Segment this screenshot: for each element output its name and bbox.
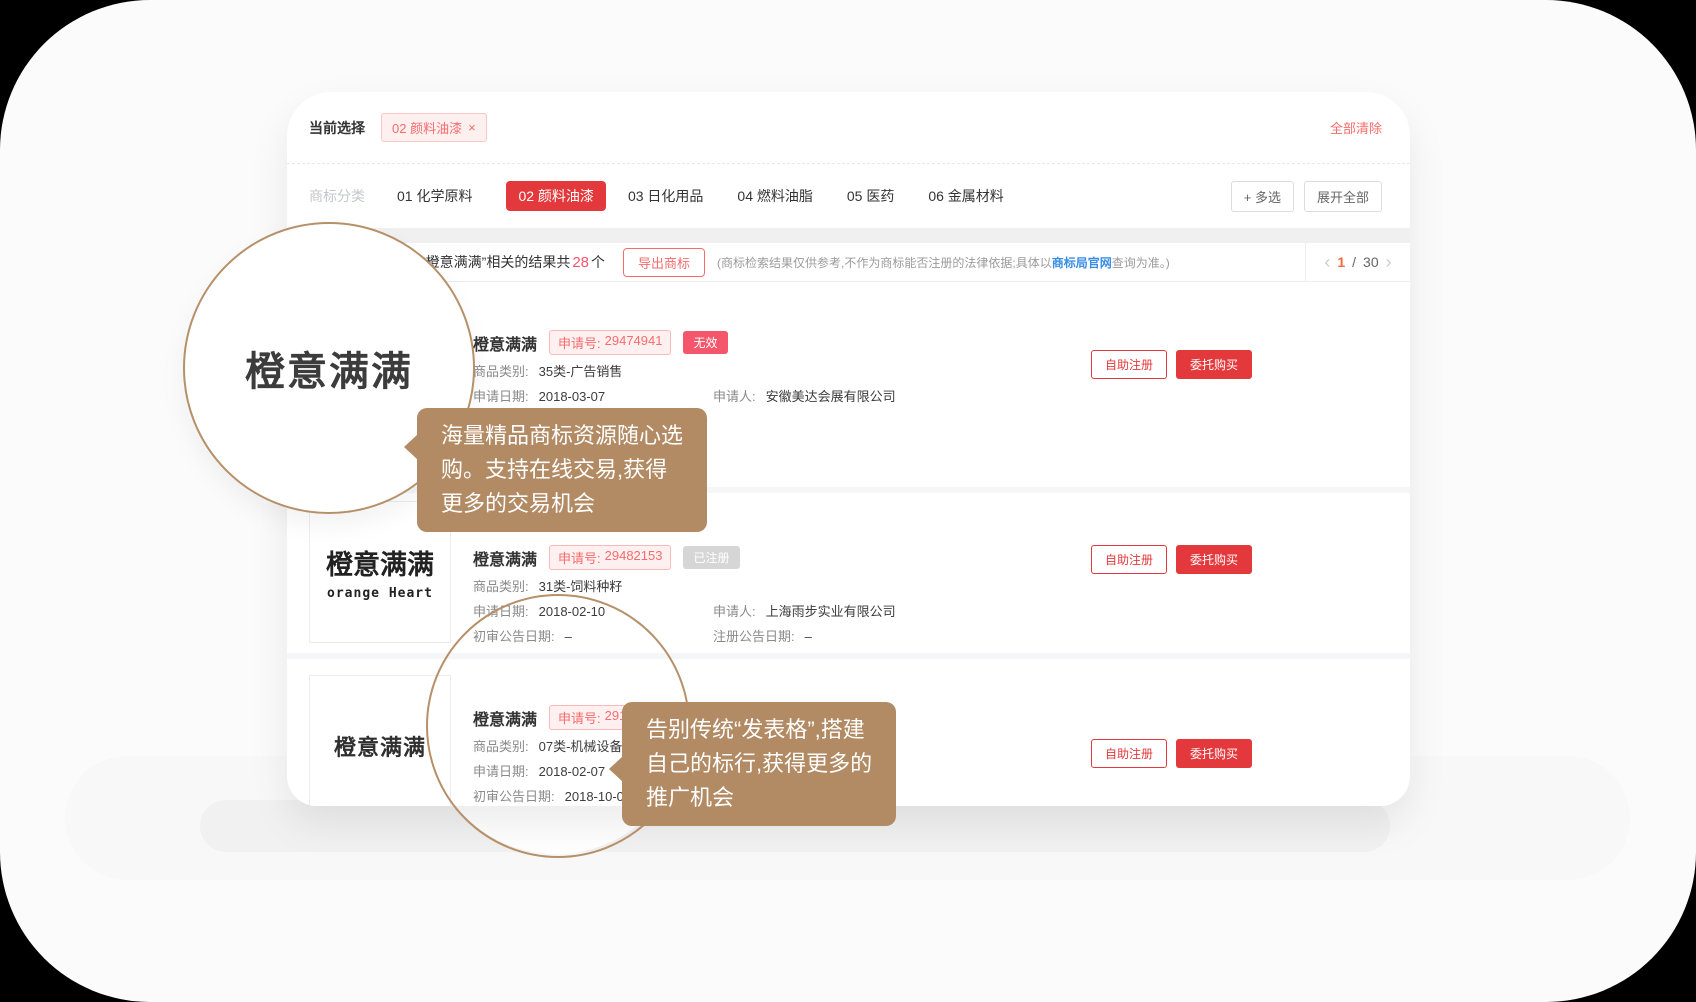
total-pages: 30 [1363,254,1379,270]
screenshot-canvas: 当前选择 02 颜料油漆 × 全部清除 商标分类 01 化学原料 02 颜料油漆… [0,0,1696,1002]
current-selection-label: 当前选择 [309,118,365,138]
filter-panel: 当前选择 02 颜料油漆 × 全部清除 商标分类 01 化学原料 02 颜料油漆… [287,92,1410,228]
field-label: 申请人: [713,604,756,620]
results-count: 28 [572,254,589,271]
category-item-03[interactable]: 03 日化用品 [628,186,703,206]
disclaimer-prefix: (商标检索结果仅供参考,不作为商标能否注册的法律依据;具体以 [717,256,1052,270]
category-item-02-selected[interactable]: 02 颜料油漆 [506,181,605,211]
application-number-label: 申请号: [558,333,601,352]
entrust-buy-button[interactable]: 委托购买 [1176,545,1252,574]
field-value: 31类-饲料种籽 [539,579,623,595]
multi-select-button[interactable]: + 多选 [1231,181,1294,212]
field-label: 申请日期: [473,389,529,405]
status-badge-invalid: 无效 [683,331,727,354]
field-line: 申请日期: 2018-03-07 申请人: 安徽美达会展有限公司 [473,389,896,405]
category-item-04[interactable]: 04 燃料油脂 [737,186,812,206]
self-register-button[interactable]: 自助注册 [1091,739,1167,768]
close-icon[interactable]: × [468,121,476,134]
category-row-label: 商标分类 [309,186,365,206]
trademark-image-2-text: 橙意满满 [326,543,434,582]
callout-tooltip-1: 海量精品商标资源随心选 购。支持在线交易,获得 更多的交易机会 [417,408,707,532]
application-number-label: 申请号: [558,548,601,567]
current-selection-row: 当前选择 02 颜料油漆 × 全部清除 [287,92,1410,164]
disclaimer-suffix: 查询为准。) [1112,256,1170,270]
field-value: 安徽美达会展有限公司 [766,389,896,405]
prev-page-icon[interactable]: ‹ [1324,253,1330,271]
status-badge-registered: 已注册 [683,546,739,569]
field-value: 上海雨步实业有限公司 [766,604,896,620]
results-header: 当前分类下检索到“橙意满满”相关的结果共 28 个 导出商标 (商标检索结果仅供… [287,243,1410,282]
field-label: 商品类别: [473,579,529,595]
result-2-actions: 自助注册 委托购买 [1091,545,1252,574]
expand-all-button[interactable]: 展开全部 [1304,181,1382,212]
magnified-trademark-text: 橙意满满 [245,339,413,397]
category-row: 商标分类 01 化学原料 02 颜料油漆 03 日化用品 04 燃料油脂 05 … [287,164,1410,228]
trademark-office-link[interactable]: 商标局官网 [1052,256,1112,270]
current-page: 1 [1337,254,1345,270]
selected-filter-tag[interactable]: 02 颜料油漆 × [381,113,487,142]
selected-filter-tag-text: 02 颜料油漆 [392,118,462,137]
application-number-tag: 申请号: 29474941 [549,330,671,355]
field-label: 注册公告日期: [713,629,795,645]
application-number-tag: 申请号: 29482153 [549,545,671,570]
page-separator: / [1352,254,1356,270]
result-1-actions: 自助注册 委托购买 [1091,350,1252,379]
self-register-button[interactable]: 自助注册 [1091,350,1167,379]
result-1-title-line: 橙意满满 申请号: 29474941 无效 [473,330,896,355]
result-2-title-line: 橙意满满 申请号: 29482153 已注册 [473,545,896,570]
panel-gap [287,228,1410,243]
category-tools: + 多选 展开全部 [1231,181,1382,212]
results-count-unit: 个 [591,252,605,272]
next-page-icon[interactable]: › [1386,253,1392,271]
trademark-image-2-subtext: orange Heart [327,586,433,601]
trademark-name[interactable]: 橙意满满 [473,546,537,570]
export-trademark-button[interactable]: 导出商标 [623,248,705,277]
results-disclaimer: (商标检索结果仅供参考,不作为商标能否注册的法律依据;具体以商标局官网查询为准。… [717,254,1170,271]
field-line: 商品类别: 35类-广告销售 [473,364,896,380]
field-line: 商品类别: 31类-饲料种籽 [473,579,896,595]
entrust-buy-button[interactable]: 委托购买 [1176,350,1252,379]
pagination: ‹ 1 / 30 › [1305,243,1410,281]
field-value: 35类-广告销售 [539,364,623,380]
result-3-actions: 自助注册 委托购买 [1091,739,1252,768]
category-item-06[interactable]: 06 金属材料 [928,186,1003,206]
field-label: 申请人: [713,389,756,405]
self-register-button[interactable]: 自助注册 [1091,545,1167,574]
application-number-value: 29482153 [605,548,663,567]
callout-tooltip-2: 告别传统“发表格”,搭建 自己的标行,获得更多的 推广机会 [622,702,896,826]
trademark-image-3-text: 橙意满满 [334,730,426,762]
field-value: 2018-03-07 [539,389,606,405]
entrust-buy-button[interactable]: 委托购买 [1176,739,1252,768]
trademark-name[interactable]: 橙意满满 [473,331,537,355]
field-value: – [805,629,812,645]
field-label: 商品类别: [473,364,529,380]
application-number-value: 29474941 [605,333,663,352]
clear-all-link[interactable]: 全部清除 [1330,118,1382,137]
category-item-01[interactable]: 01 化学原料 [397,186,472,206]
category-item-05[interactable]: 05 医药 [847,186,894,206]
